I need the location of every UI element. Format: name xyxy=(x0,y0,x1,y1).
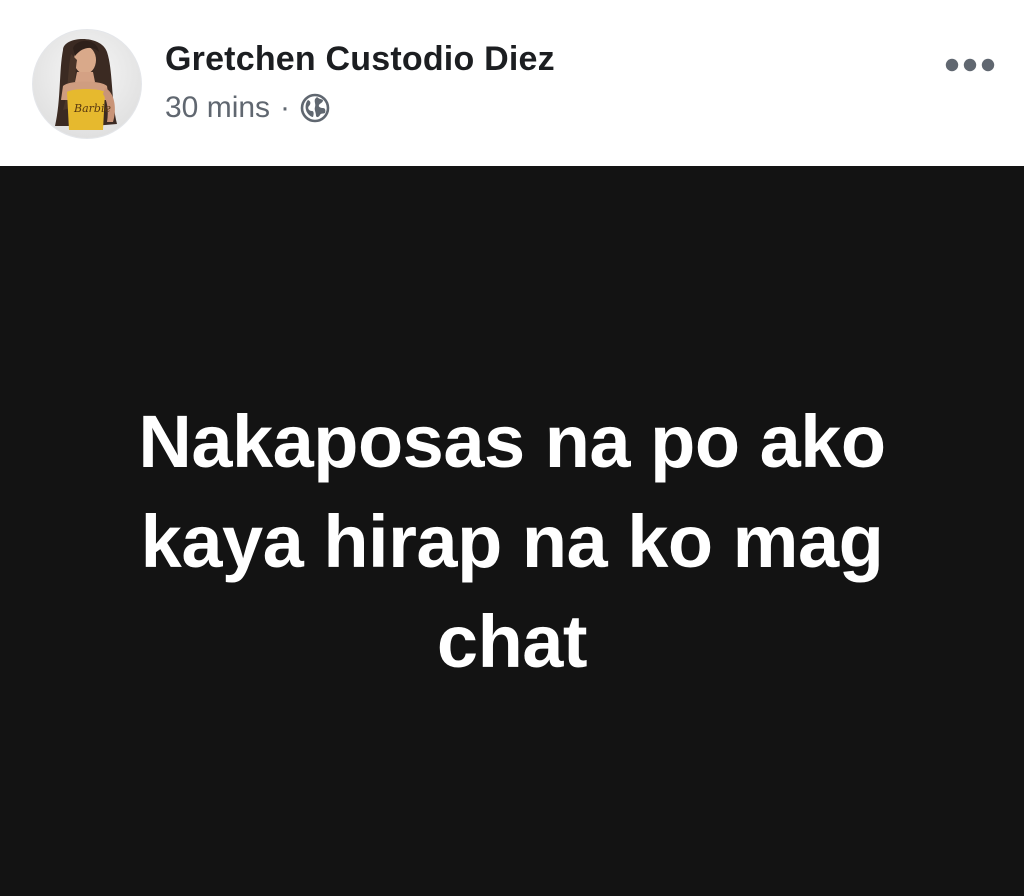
meta-separator: · xyxy=(280,91,291,124)
author-name-link[interactable]: Gretchen Custodio Diez xyxy=(165,40,555,79)
avatar[interactable]: Barbie xyxy=(33,30,141,138)
post-text-line: chat xyxy=(436,600,588,683)
avatar-photo: Barbie xyxy=(33,30,141,138)
more-options-button[interactable] xyxy=(936,46,1004,84)
post-text: Nakaposas na po ako kaya hirap na ko mag… xyxy=(40,392,984,692)
facebook-post: Barbie Gretchen Custodio Diez 30 mins · xyxy=(0,0,1024,896)
post-header: Barbie Gretchen Custodio Diez 30 mins · xyxy=(0,0,1024,166)
post-text-line: kaya hirap na ko mag xyxy=(140,500,884,583)
more-options-icon xyxy=(945,58,995,72)
post-timestamp[interactable]: 30 mins xyxy=(165,91,270,125)
post-meta: 30 mins · xyxy=(165,88,331,128)
post-text-line: Nakaposas na po ako xyxy=(138,400,886,483)
globe-icon[interactable] xyxy=(299,92,331,124)
post-background-card[interactable]: Nakaposas na po ako kaya hirap na ko mag… xyxy=(0,166,1024,896)
avatar-shirt-text: Barbie xyxy=(73,102,111,115)
